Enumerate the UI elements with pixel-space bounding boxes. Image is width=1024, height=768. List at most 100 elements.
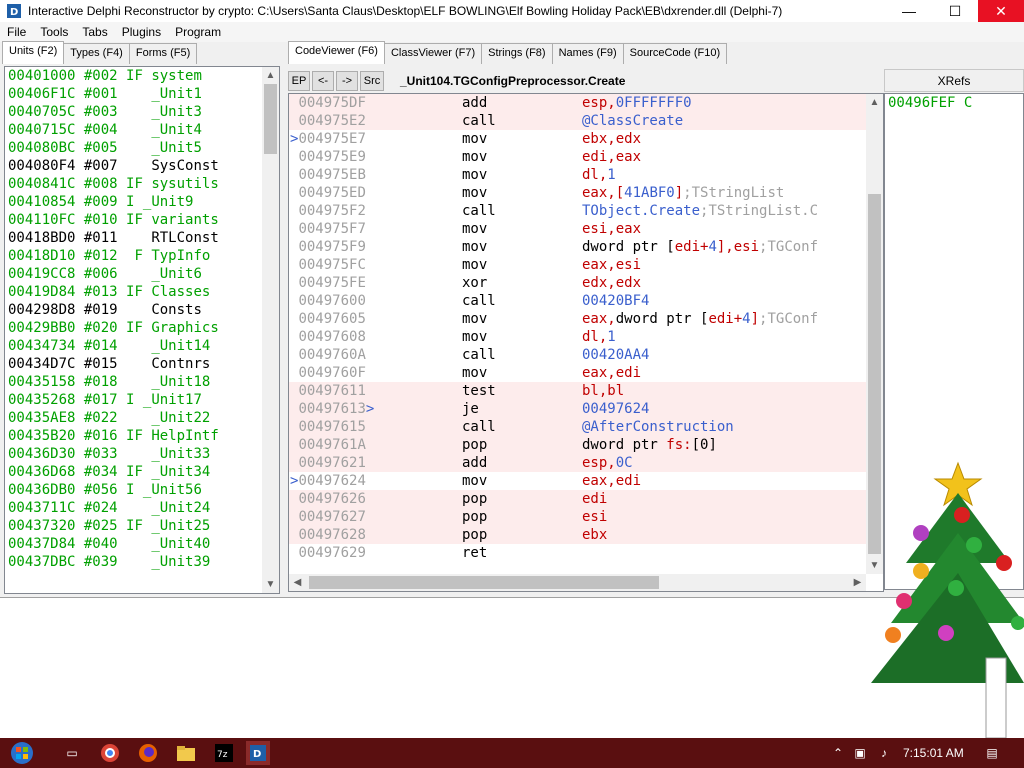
close-button[interactable]: ✕ bbox=[978, 0, 1024, 22]
unit-row[interactable]: 00401000 #002 IF system bbox=[5, 67, 279, 85]
code-line[interactable]: 004975E9 mov edi,eax bbox=[289, 148, 866, 166]
hscroll-thumb[interactable] bbox=[309, 576, 659, 589]
unit-row[interactable]: 0040705C #003 _Unit3 bbox=[5, 103, 279, 121]
scroll-down-arrow-icon[interactable]: ▼ bbox=[262, 576, 279, 593]
scroll-right-arrow-icon[interactable]: ▶ bbox=[849, 574, 866, 591]
scroll-thumb[interactable] bbox=[264, 84, 277, 154]
tab-strings[interactable]: Strings (F8) bbox=[481, 43, 553, 64]
menu-tools[interactable]: Tools bbox=[33, 25, 75, 39]
unit-row[interactable]: 00435268 #017 I _Unit17 bbox=[5, 391, 279, 409]
network-icon[interactable]: ▣ bbox=[848, 741, 872, 765]
code-line[interactable]: 00497626 pop edi bbox=[289, 490, 866, 508]
chrome-icon[interactable] bbox=[98, 741, 122, 765]
unit-row[interactable]: 00437DBC #039 _Unit39 bbox=[5, 553, 279, 571]
unit-row[interactable]: 00418BD0 #011 RTLConst bbox=[5, 229, 279, 247]
code-line[interactable]: 0049760F mov eax,edi bbox=[289, 364, 866, 382]
tab-codeviewer[interactable]: CodeViewer (F6) bbox=[288, 41, 385, 64]
back-button[interactable]: <- bbox=[312, 70, 334, 91]
code-line[interactable]: 004975EB mov dl,1 bbox=[289, 166, 866, 184]
unit-row[interactable]: 00406F1C #001 _Unit1 bbox=[5, 85, 279, 103]
taskbar-clock[interactable]: 7:15:01 AM bbox=[903, 738, 964, 768]
volume-icon[interactable]: ♪ bbox=[872, 741, 896, 765]
unit-row[interactable]: 00429BB0 #020 IF Graphics bbox=[5, 319, 279, 337]
code-line[interactable]: 00497615 call @AfterConstruction bbox=[289, 418, 866, 436]
code-line[interactable]: 004975F9 mov dword ptr [edi+4],esi;TGConf bbox=[289, 238, 866, 256]
unit-row[interactable]: 00435158 #018 _Unit18 bbox=[5, 373, 279, 391]
maximize-button[interactable]: ☐ bbox=[932, 0, 978, 22]
tab-forms[interactable]: Forms (F5) bbox=[128, 43, 198, 64]
unit-row[interactable]: 00434734 #014 _Unit14 bbox=[5, 337, 279, 355]
unit-row[interactable]: 0040715C #004 _Unit4 bbox=[5, 121, 279, 139]
code-line[interactable]: 00497611 test bl,bl bbox=[289, 382, 866, 400]
unit-number: #016 bbox=[83, 428, 118, 444]
code-line[interactable]: 00497628 pop ebx bbox=[289, 526, 866, 544]
code-line[interactable]: 004975FE xor edx,edx bbox=[289, 274, 866, 292]
scroll-left-arrow-icon[interactable]: ◀ bbox=[289, 574, 306, 591]
code-line[interactable]: 004975E2 call @ClassCreate bbox=[289, 112, 866, 130]
tab-units[interactable]: Units (F2) bbox=[2, 41, 65, 64]
code-line[interactable]: 0049760A call 00420AA4 bbox=[289, 346, 866, 364]
menu-program[interactable]: Program bbox=[168, 25, 228, 39]
code-horizontal-scrollbar[interactable]: ◀ ▶ bbox=[289, 574, 866, 591]
units-list[interactable]: 00401000 #002 IF system 00406F1C #001 _Un… bbox=[4, 66, 280, 594]
menu-file[interactable]: File bbox=[0, 25, 33, 39]
code-line[interactable]: 00497627 pop esi bbox=[289, 508, 866, 526]
unit-row[interactable]: 004080BC #005 _Unit5 bbox=[5, 139, 279, 157]
unit-row[interactable]: 00437320 #025 IF _Unit25 bbox=[5, 517, 279, 535]
code-line[interactable]: 004975FC mov eax,esi bbox=[289, 256, 866, 274]
forward-button[interactable]: -> bbox=[336, 70, 358, 91]
unit-row[interactable]: 00419D84 #013 IF Classes bbox=[5, 283, 279, 301]
7zip-icon[interactable]: 7z bbox=[212, 741, 236, 765]
notifications-icon[interactable]: ▤ bbox=[980, 741, 1004, 765]
idr-taskbar-icon[interactable]: D bbox=[246, 741, 270, 765]
unit-row[interactable]: 00435AE8 #022 _Unit22 bbox=[5, 409, 279, 427]
code-line[interactable]: >00497624 mov eax,edi bbox=[289, 472, 866, 490]
unit-row[interactable]: 0043711C #024 _Unit24 bbox=[5, 499, 279, 517]
code-view[interactable]: 004975DF add esp,0FFFFFFF0 004975E2 call @Cl… bbox=[288, 93, 884, 592]
code-line[interactable]: 004975F7 mov esi,eax bbox=[289, 220, 866, 238]
code-line[interactable]: 004975ED mov eax,[41ABF0];TStringList bbox=[289, 184, 866, 202]
message-pane[interactable] bbox=[0, 461, 1024, 739]
code-line[interactable]: 004975F2 call TObject.Create;TStringList.C bbox=[289, 202, 866, 220]
unit-row[interactable]: 00434D7C #015 Contnrs bbox=[5, 355, 279, 373]
firefox-icon[interactable] bbox=[136, 741, 160, 765]
code-line[interactable]: >004975E7 mov ebx,edx bbox=[289, 130, 866, 148]
scroll-up-arrow-icon[interactable]: ▲ bbox=[262, 67, 279, 84]
code-line[interactable]: 004975DF add esp,0FFFFFFF0 bbox=[289, 94, 866, 112]
menu-tabs[interactable]: Tabs bbox=[75, 25, 114, 39]
task-view-icon[interactable]: ▭ bbox=[60, 741, 84, 765]
minimize-button[interactable]: — bbox=[886, 0, 932, 22]
unit-row[interactable]: 004080F4 #007 SysConst bbox=[5, 157, 279, 175]
code-line[interactable]: 00497629 ret bbox=[289, 544, 866, 562]
code-line[interactable]: 0049761A pop dword ptr fs:[0] bbox=[289, 436, 866, 454]
code-line[interactable]: 00497600 call 00420BF4 bbox=[289, 292, 866, 310]
unit-row[interactable]: 00418D10 #012 F TypInfo bbox=[5, 247, 279, 265]
xref-item[interactable]: 00496FEF C bbox=[885, 94, 1023, 112]
tab-types[interactable]: Types (F4) bbox=[63, 43, 130, 64]
code-line[interactable]: 00497621 add esp,0C bbox=[289, 454, 866, 472]
tab-names[interactable]: Names (F9) bbox=[551, 43, 624, 64]
unit-row[interactable]: 004298D8 #019 Consts bbox=[5, 301, 279, 319]
file-explorer-icon[interactable] bbox=[174, 741, 198, 765]
unit-row[interactable]: 00410854 #009 I _Unit9 bbox=[5, 193, 279, 211]
unit-row[interactable]: 00436D30 #033 _Unit33 bbox=[5, 445, 279, 463]
unit-row[interactable]: 00436D68 #034 IF _Unit34 bbox=[5, 463, 279, 481]
code-line[interactable]: 00497613> je 00497624 bbox=[289, 400, 866, 418]
start-button-icon[interactable] bbox=[10, 741, 34, 765]
tab-classviewer[interactable]: ClassViewer (F7) bbox=[383, 43, 483, 64]
tab-sourcecode[interactable]: SourceCode (F10) bbox=[622, 43, 728, 64]
unit-row[interactable]: 00419CC8 #006 _Unit6 bbox=[5, 265, 279, 283]
unit-row[interactable]: 00436DB0 #056 I _Unit56 bbox=[5, 481, 279, 499]
units-vertical-scrollbar[interactable]: ▲ ▼ bbox=[262, 67, 279, 593]
unit-row[interactable]: 004110FC #010 IF variants bbox=[5, 211, 279, 229]
code-line[interactable]: 00497605 mov eax,dword ptr [edi+4];TGConf bbox=[289, 310, 866, 328]
ep-button[interactable]: EP bbox=[288, 70, 310, 91]
chevron-up-icon[interactable]: ⌃ bbox=[826, 741, 850, 765]
unit-row[interactable]: 00437D84 #040 _Unit40 bbox=[5, 535, 279, 553]
src-button[interactable]: Src bbox=[360, 70, 384, 91]
scroll-up-arrow-icon[interactable]: ▲ bbox=[866, 94, 883, 111]
code-line[interactable]: 00497608 mov dl,1 bbox=[289, 328, 866, 346]
menu-plugins[interactable]: Plugins bbox=[115, 25, 168, 39]
unit-row[interactable]: 0040841C #008 IF sysutils bbox=[5, 175, 279, 193]
unit-row[interactable]: 00435B20 #016 IF HelpIntf bbox=[5, 427, 279, 445]
